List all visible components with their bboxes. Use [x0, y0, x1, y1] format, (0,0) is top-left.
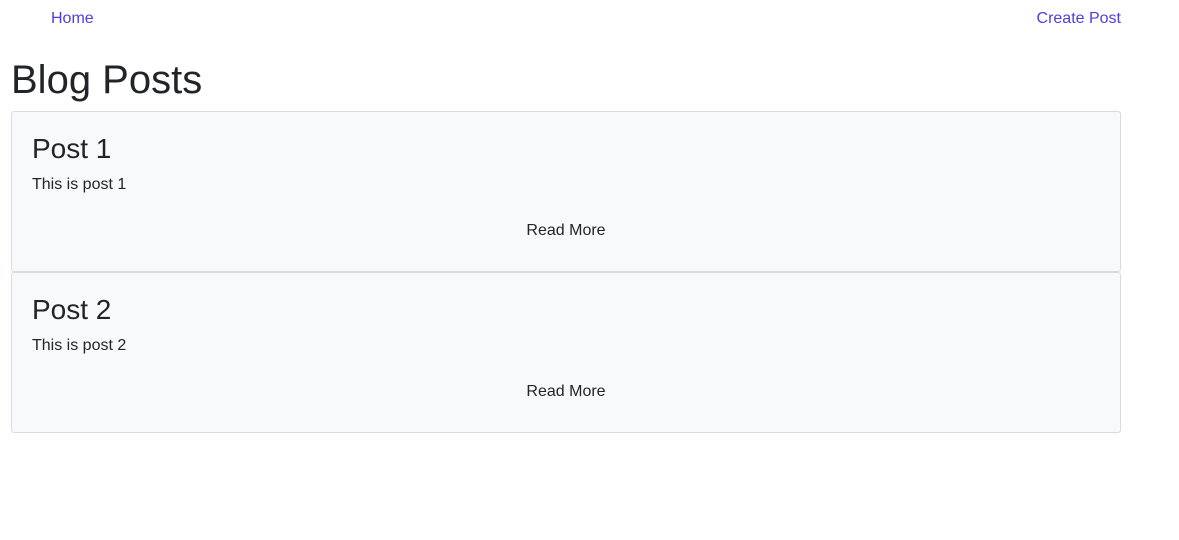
post-card: Post 1 This is post 1 Read More: [11, 111, 1121, 272]
read-more-button[interactable]: Read More: [12, 381, 1120, 403]
page-title: Blog Posts: [11, 58, 203, 102]
post-list: Post 1 This is post 1 Read More Post 2 T…: [11, 111, 1121, 433]
post-title: Post 2: [32, 294, 112, 325]
home-link[interactable]: Home: [51, 10, 94, 28]
create-post-link[interactable]: Create Post: [1037, 10, 1121, 28]
top-nav: Home Create Post: [0, 8, 1179, 30]
post-card: Post 2 This is post 2 Read More: [11, 272, 1121, 433]
post-title: Post 1: [32, 133, 112, 164]
post-body: This is post 1: [32, 176, 127, 193]
read-more-button[interactable]: Read More: [12, 220, 1120, 242]
post-body: This is post 2: [32, 337, 127, 354]
